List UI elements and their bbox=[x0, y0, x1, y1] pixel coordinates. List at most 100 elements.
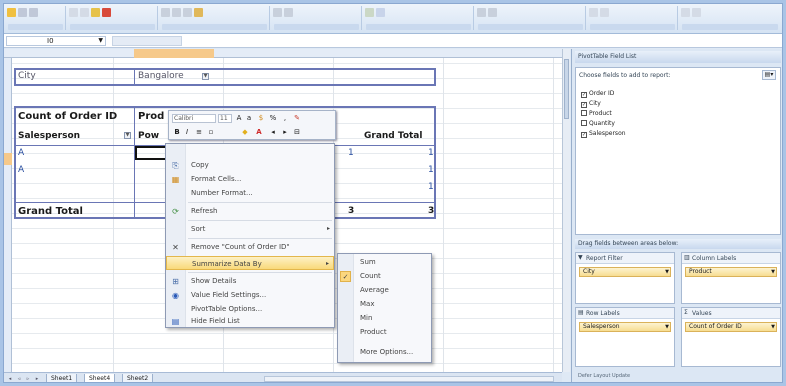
submenu-item-sum[interactable]: Sum bbox=[338, 256, 431, 269]
fx-button[interactable] bbox=[112, 36, 182, 46]
align-center-icon[interactable] bbox=[172, 8, 181, 17]
menu-item-hide-field-list[interactable]: ▤ Hide Field List bbox=[166, 314, 334, 328]
submenu-item-count[interactable]: ✓ Count bbox=[338, 270, 431, 283]
cut-icon[interactable] bbox=[18, 8, 27, 17]
checkbox-checked-icon[interactable]: ✓ bbox=[581, 102, 587, 108]
mini-align-icon[interactable]: ≡ bbox=[195, 128, 203, 136]
field-item-product[interactable]: Product bbox=[581, 110, 612, 118]
percent-icon[interactable] bbox=[284, 8, 293, 17]
submenu-item-max[interactable]: Max bbox=[338, 298, 431, 311]
field-item-order-id[interactable]: ✓ Order ID bbox=[581, 90, 614, 98]
menu-item-number-format[interactable]: Number Format... bbox=[166, 186, 334, 200]
merge-center-icon[interactable]: ⊟ bbox=[293, 128, 301, 136]
comma-style-icon[interactable]: , bbox=[281, 114, 289, 122]
increase-decimal-icon[interactable]: ▸ bbox=[281, 128, 289, 136]
checkbox-checked-icon[interactable]: ✓ bbox=[581, 92, 587, 98]
chevron-down-icon[interactable]: ▼ bbox=[771, 323, 775, 331]
menu-item-remove-field[interactable]: ✕ Remove "Count of Order ID" bbox=[166, 240, 334, 254]
first-sheet-icon[interactable]: ◂ bbox=[6, 375, 14, 382]
chevron-down-icon[interactable]: ▼ bbox=[665, 268, 669, 276]
mini-font-name[interactable]: Calibri bbox=[172, 114, 216, 123]
pivot-row-total[interactable]: 1 bbox=[428, 165, 434, 175]
active-cell[interactable] bbox=[135, 146, 167, 160]
ribbon-group-editing[interactable] bbox=[588, 6, 678, 30]
page-field-value[interactable]: Bangalore bbox=[138, 71, 184, 81]
italic-icon[interactable] bbox=[80, 8, 89, 17]
pivot-grand-total-value[interactable]: 3 bbox=[428, 206, 434, 216]
font-color-icon[interactable] bbox=[102, 8, 111, 17]
selected-column-header[interactable] bbox=[134, 49, 214, 58]
submenu-item-average[interactable]: Average bbox=[338, 284, 431, 297]
fill-color-icon[interactable] bbox=[91, 8, 100, 17]
currency-icon[interactable] bbox=[273, 8, 282, 17]
ribbon-group-font[interactable] bbox=[68, 6, 158, 30]
field-item-city[interactable]: ✓ City bbox=[581, 100, 601, 108]
format-table-icon[interactable] bbox=[376, 8, 385, 17]
format-painter-icon[interactable]: ✎ bbox=[293, 114, 301, 122]
delete-icon[interactable] bbox=[488, 8, 497, 17]
next-sheet-icon[interactable]: ▹ bbox=[24, 375, 32, 382]
selected-row-header[interactable] bbox=[4, 153, 12, 165]
ribbon-group-styles[interactable] bbox=[364, 6, 474, 30]
values-area[interactable]: Σ Values Count of Order ID ▼ bbox=[681, 307, 781, 367]
menu-item-format-cells[interactable]: ▦ Format Cells... bbox=[166, 172, 334, 186]
menu-item-value-field-settings[interactable]: ◉ Value Field Settings... bbox=[166, 288, 334, 302]
menu-item-refresh[interactable]: ⟳ Refresh bbox=[166, 204, 334, 218]
find-icon[interactable] bbox=[681, 8, 690, 17]
submenu-item-min[interactable]: Min bbox=[338, 312, 431, 325]
pivot-column-field[interactable]: Prod bbox=[138, 111, 164, 122]
pivot-row-total[interactable]: 1 bbox=[428, 182, 434, 192]
horizontal-scrollbar[interactable] bbox=[264, 376, 554, 382]
ribbon-group-number[interactable] bbox=[272, 6, 362, 30]
sum-icon[interactable] bbox=[589, 8, 598, 17]
pivot-cell[interactable]: 1 bbox=[348, 148, 354, 158]
submenu-item-product[interactable]: Product bbox=[338, 326, 431, 339]
conditional-format-icon[interactable] bbox=[365, 8, 374, 17]
insert-icon[interactable] bbox=[477, 8, 486, 17]
row-labels-area[interactable]: ▤ Row Labels Salesperson ▼ bbox=[575, 307, 675, 367]
mini-font-size[interactable]: 11 bbox=[218, 114, 232, 123]
chevron-down-icon[interactable]: ▼ bbox=[771, 268, 775, 276]
menu-item-summarize-data-by[interactable]: Summarize Data By ▸ bbox=[166, 256, 334, 270]
grow-font-icon[interactable]: A bbox=[235, 114, 243, 122]
chevron-down-icon[interactable]: ▼ bbox=[665, 323, 669, 331]
chevron-down-icon[interactable]: ▼ bbox=[98, 37, 103, 45]
ribbon-group-find[interactable] bbox=[680, 6, 780, 30]
shrink-font-icon[interactable]: a bbox=[245, 114, 253, 122]
checkbox-icon[interactable] bbox=[581, 110, 587, 116]
bold-icon[interactable] bbox=[69, 8, 78, 17]
pivot-row-label[interactable]: A bbox=[18, 165, 24, 175]
sheet-tab[interactable]: Sheet2 bbox=[122, 374, 154, 382]
copy-ribbon-icon[interactable] bbox=[29, 8, 38, 17]
sheet-tab-active[interactable]: Sheet4 bbox=[84, 374, 116, 382]
select-icon[interactable] bbox=[692, 8, 701, 17]
checkbox-checked-icon[interactable]: ✓ bbox=[581, 132, 587, 138]
values-field-chip[interactable]: Count of Order ID ▼ bbox=[685, 322, 777, 332]
checkbox-icon[interactable] bbox=[581, 120, 587, 126]
column-labels-area[interactable]: ▥ Column Labels Product ▼ bbox=[681, 252, 781, 304]
mini-italic-icon[interactable]: I bbox=[183, 128, 191, 136]
percent-style-icon[interactable]: % bbox=[269, 114, 277, 122]
menu-item-copy[interactable]: ⎘ Copy bbox=[166, 158, 334, 172]
mini-font-color-icon[interactable]: A bbox=[255, 128, 263, 136]
wrap-text-icon[interactable] bbox=[194, 8, 203, 17]
mini-borders-icon[interactable]: ▫ bbox=[207, 128, 215, 136]
mini-bold-icon[interactable]: B bbox=[173, 128, 181, 136]
field-item-salesperson[interactable]: ✓ Salesperson bbox=[581, 130, 626, 138]
column-field-chip[interactable]: Product ▼ bbox=[685, 267, 777, 277]
ribbon-group-clipboard[interactable] bbox=[6, 6, 66, 30]
sort-filter-icon[interactable] bbox=[600, 8, 609, 17]
page-filter-dropdown-icon[interactable]: ▼ bbox=[202, 73, 209, 80]
prev-sheet-icon[interactable]: ◃ bbox=[15, 375, 23, 382]
name-box[interactable]: I0 ▼ bbox=[6, 36, 106, 46]
scroll-thumb[interactable] bbox=[564, 59, 569, 119]
currency-format-icon[interactable]: $ bbox=[257, 114, 265, 122]
menu-item-show-details[interactable]: ⊞ Show Details bbox=[166, 274, 334, 288]
align-left-icon[interactable] bbox=[161, 8, 170, 17]
ribbon-group-alignment[interactable] bbox=[160, 6, 270, 30]
row-field-chip[interactable]: Salesperson ▼ bbox=[579, 322, 671, 332]
paste-icon[interactable] bbox=[7, 8, 16, 17]
decrease-decimal-icon[interactable]: ◂ bbox=[269, 128, 277, 136]
ribbon-group-cells[interactable] bbox=[476, 6, 586, 30]
defer-layout-update[interactable]: Defer Layout Update bbox=[575, 371, 781, 381]
